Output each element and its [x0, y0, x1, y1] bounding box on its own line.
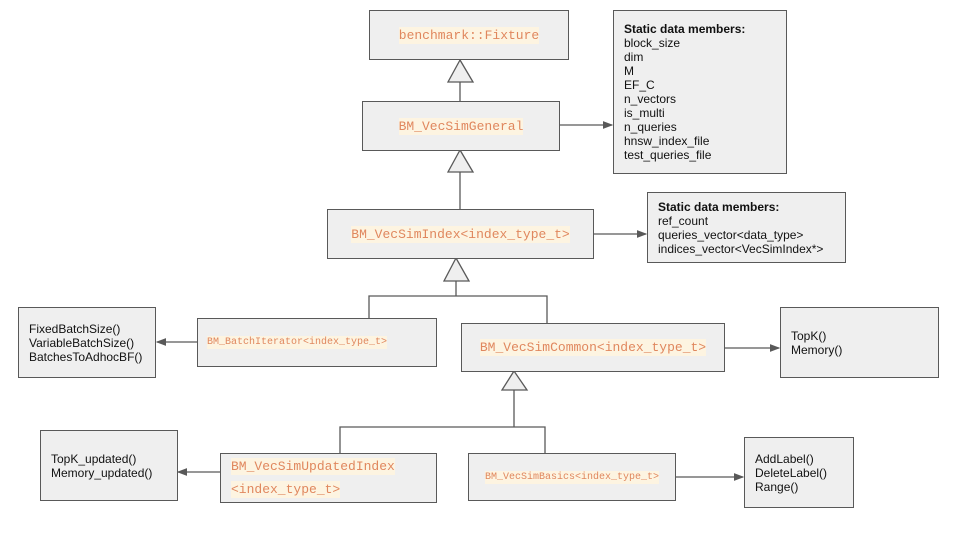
note-item: test_queries_file: [624, 148, 712, 162]
class-general[interactable]: BM_VecSimGeneral: [362, 101, 560, 151]
note-item: indices_vector<VecSimIndex*>: [658, 241, 824, 256]
class-name-template: <index_type_t>: [231, 481, 341, 498]
note-item: EF_C: [624, 78, 655, 92]
class-name: BM_BatchIterator<index_type_t>: [207, 336, 388, 349]
inherit-line: [339, 426, 546, 453]
note-item: TopK(): [791, 328, 827, 343]
note-batch-methods: FixedBatchSize() VariableBatchSize() Bat…: [18, 307, 156, 378]
note-item: ref_count: [658, 213, 709, 228]
note-item: BatchesToAdhocBF(): [29, 349, 143, 364]
class-name: BM_VecSimUpdatedIndex: [231, 458, 395, 475]
note-item: n_queries: [624, 120, 677, 134]
note-item: DeleteLabel(): [755, 465, 828, 480]
inheritance-triangle: [500, 369, 529, 391]
class-common[interactable]: BM_VecSimCommon<index_type_t>: [461, 323, 725, 372]
note-item: VariableBatchSize(): [29, 335, 135, 350]
note-index-static: Static data members: ref_count queries_v…: [647, 192, 846, 263]
note-item: dim: [624, 50, 644, 64]
note-item: Range(): [755, 479, 799, 494]
note-item: M: [624, 64, 634, 78]
note-common-methods: TopK() Memory(): [780, 307, 939, 378]
class-fixture[interactable]: benchmark::Fixture: [369, 10, 569, 60]
note-item: Memory_updated(): [51, 465, 153, 480]
class-batch-iterator[interactable]: BM_BatchIterator<index_type_t>: [197, 318, 437, 367]
note-general-static: Static data members: block_size dim M EF…: [613, 10, 787, 174]
class-name: BM_VecSimIndex<index_type_t>: [351, 225, 570, 243]
note-item: n_vectors: [624, 92, 677, 106]
class-name: BM_VecSimGeneral: [398, 117, 524, 135]
note-item: TopK_updated(): [51, 451, 137, 466]
inheritance-triangle: [446, 58, 475, 83]
note-item: queries_vector<data_type>: [658, 227, 804, 242]
inheritance-triangle: [442, 256, 471, 282]
note-item: block_size: [624, 36, 681, 50]
note-header: Static data members:: [624, 22, 746, 36]
note-item: Memory(): [791, 342, 843, 357]
note-header: Static data members:: [658, 199, 780, 214]
class-index[interactable]: BM_VecSimIndex<index_type_t>: [327, 209, 594, 259]
note-basics-methods: AddLabel() DeleteLabel() Range(): [744, 437, 854, 508]
class-updated-index[interactable]: BM_VecSimUpdatedIndex <index_type_t>: [220, 453, 437, 503]
class-diagram: benchmark::Fixture BM_VecSimGeneral BM_V…: [0, 0, 960, 540]
inheritance-triangle: [446, 148, 475, 173]
note-item: hnsw_index_file: [624, 134, 710, 148]
note-item: FixedBatchSize(): [29, 321, 121, 336]
note-item: is_multi: [624, 106, 665, 120]
class-name: BM_VecSimCommon<index_type_t>: [479, 339, 707, 356]
note-updated-methods: TopK_updated() Memory_updated(): [40, 430, 178, 501]
class-name: BM_VecSimBasics<index_type_t>: [484, 470, 660, 484]
class-basics[interactable]: BM_VecSimBasics<index_type_t>: [468, 453, 676, 501]
class-name: benchmark::Fixture: [398, 26, 540, 44]
note-item: AddLabel(): [755, 451, 814, 466]
